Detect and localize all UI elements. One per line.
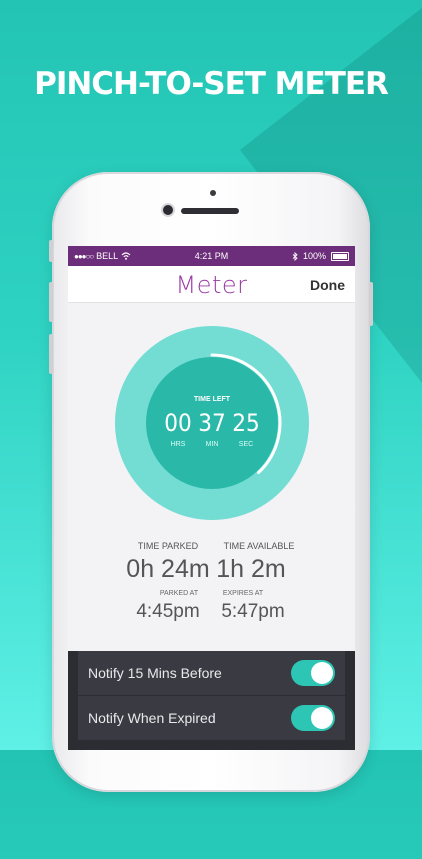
proximity-sensor bbox=[210, 190, 216, 196]
seconds-value: 25 bbox=[232, 409, 260, 437]
battery-icon bbox=[331, 251, 349, 261]
front-camera bbox=[163, 205, 173, 215]
expires-at-value: 5:47pm bbox=[221, 601, 285, 622]
notify-before-toggle[interactable] bbox=[291, 660, 335, 686]
battery-percent: 100% bbox=[302, 251, 326, 261]
app-screen: ●●●○○ BELL 4:21 PM 100% Meter Done TIME … bbox=[68, 246, 355, 750]
mute-switch bbox=[49, 240, 53, 262]
timer-dial[interactable]: TIME LEFT 00 37 25 HRS MIN SEC bbox=[112, 323, 312, 523]
volume-up-button bbox=[49, 282, 53, 322]
volume-down-button bbox=[49, 334, 53, 374]
done-button[interactable]: Done bbox=[310, 277, 345, 293]
hours-unit: HRS bbox=[170, 441, 186, 448]
time-available-value: 1h 2m bbox=[216, 555, 286, 583]
expires-at-label: EXPIRES AT bbox=[222, 590, 264, 597]
notify-expired-toggle[interactable] bbox=[291, 705, 335, 731]
seconds-unit: SEC bbox=[238, 441, 254, 448]
time-available-label: TIME AVAILABLE bbox=[223, 541, 295, 551]
status-bar: ●●●○○ BELL 4:21 PM 100% bbox=[68, 246, 355, 266]
status-right: 100% bbox=[292, 251, 349, 261]
earpiece-speaker bbox=[181, 208, 239, 214]
meter-content: TIME LEFT 00 37 25 HRS MIN SEC TIME PARK… bbox=[68, 303, 355, 651]
time-left-label: TIME LEFT bbox=[193, 396, 231, 403]
setting-row-notify-before: Notify 15 Mins Before bbox=[78, 651, 345, 696]
setting-label: Notify 15 Mins Before bbox=[88, 665, 222, 681]
minutes-unit: MIN bbox=[205, 441, 219, 448]
bluetooth-icon bbox=[292, 251, 298, 261]
notification-settings: Notify 15 Mins Before Notify When Expire… bbox=[68, 651, 355, 750]
promo-headline: PINCH-TO-SET METER bbox=[34, 66, 389, 102]
power-button bbox=[369, 282, 373, 326]
setting-label: Notify When Expired bbox=[88, 710, 216, 726]
nav-bar: Meter Done bbox=[68, 266, 355, 303]
setting-row-notify-expired: Notify When Expired bbox=[78, 696, 345, 741]
minutes-value: 37 bbox=[198, 409, 226, 437]
hours-value: 00 bbox=[164, 409, 192, 437]
toggle-knob bbox=[311, 662, 333, 684]
toggle-knob bbox=[311, 707, 333, 729]
